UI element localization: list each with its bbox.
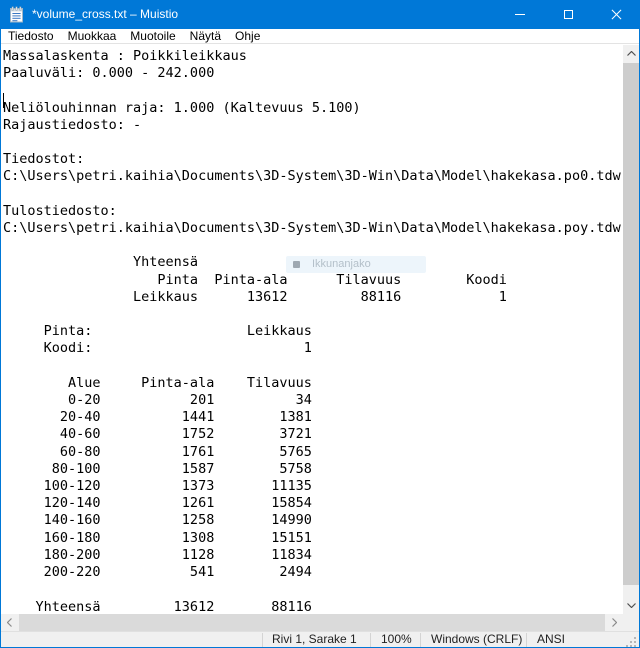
text-caret [3, 93, 4, 108]
scroll-down-button[interactable] [623, 597, 639, 614]
status-separator [262, 633, 263, 648]
menu-bar: Tiedosto Muokkaa Muotoile Näytä Ohje [1, 29, 639, 44]
chevron-down-icon [627, 603, 636, 608]
status-cursor-position: Rivi 1, Sarake 1 [272, 632, 357, 648]
chevron-left-icon [7, 618, 12, 627]
horizontal-scrollbar-thumb[interactable] [19, 614, 605, 631]
notepad-icon [9, 6, 24, 23]
maximize-icon [564, 10, 573, 19]
notepad-window: *volume_cross.txt – Muistio Tiedosto Muo… [0, 0, 640, 648]
editor-text[interactable]: Massalaskenta : Poikkileikkaus Paaluväli… [1, 45, 623, 614]
status-separator [370, 633, 371, 648]
status-bar: Rivi 1, Sarake 1 100% Windows (CRLF) ANS… [1, 631, 639, 647]
vertical-scrollbar[interactable] [623, 45, 639, 614]
status-separator [526, 633, 527, 648]
minimize-button[interactable] [496, 0, 544, 29]
resize-grip[interactable] [626, 636, 636, 646]
menu-item-nayta[interactable]: Näytä [183, 29, 228, 44]
close-icon [611, 9, 622, 20]
title-bar[interactable]: *volume_cross.txt – Muistio [0, 0, 640, 29]
close-button[interactable] [592, 0, 640, 29]
status-line-ending: Windows (CRLF) [431, 632, 522, 648]
menu-item-ohje[interactable]: Ohje [228, 29, 267, 44]
editor-area[interactable]: Ikkunanjako Massalaskenta : Poikkileikka… [1, 45, 623, 614]
scroll-right-button[interactable] [606, 614, 623, 631]
chevron-right-icon [612, 618, 617, 627]
window-border-left [0, 0, 1, 648]
vertical-scrollbar-thumb[interactable] [623, 63, 639, 585]
menu-item-muokkaa[interactable]: Muokkaa [61, 29, 124, 44]
menu-item-tiedosto[interactable]: Tiedosto [1, 29, 61, 44]
window-title: *volume_cross.txt – Muistio [32, 0, 178, 29]
horizontal-scrollbar[interactable] [1, 614, 623, 631]
scrollbar-corner [623, 614, 639, 631]
scroll-up-button[interactable] [623, 45, 639, 62]
chevron-up-icon [627, 51, 636, 56]
maximize-button[interactable] [544, 0, 592, 29]
menu-item-muotoile[interactable]: Muotoile [123, 29, 182, 44]
scroll-left-button[interactable] [1, 614, 18, 631]
minimize-icon [515, 14, 525, 15]
status-zoom-level: 100% [381, 632, 412, 648]
status-separator [420, 633, 421, 648]
status-encoding: ANSI [537, 632, 565, 648]
